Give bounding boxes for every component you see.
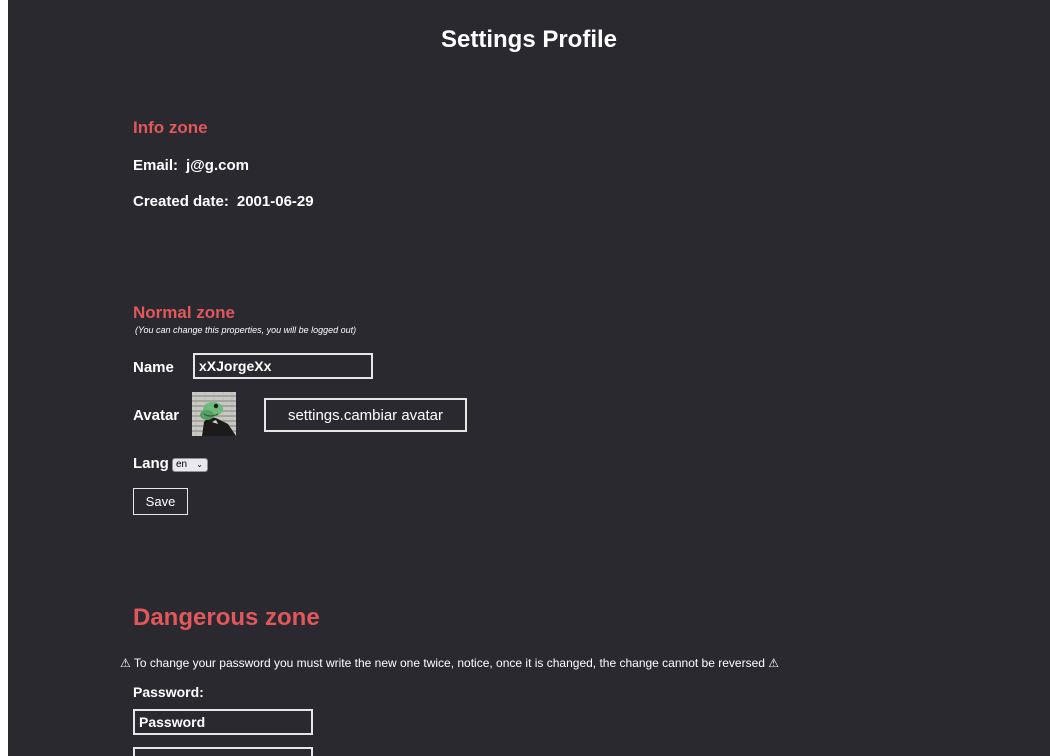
avatar-label: Avatar	[133, 407, 180, 424]
created-date-value: 2001-06-29	[236, 193, 314, 210]
normal-zone-title: Normal zone	[133, 303, 236, 322]
normal-zone-note: (You can change this properties, you wil…	[135, 325, 357, 335]
chevron-down-icon: ⌄	[196, 460, 203, 469]
email-row: Email: j@g.com	[133, 157, 249, 174]
name-label: Name	[133, 359, 174, 376]
name-input[interactable]	[193, 353, 373, 379]
page-title: Settings Profile	[440, 26, 618, 53]
lang-select[interactable]: en ⌄	[172, 458, 208, 472]
password-warning: ⚠ To change your password you must write…	[120, 656, 780, 670]
password-label: Password:	[133, 684, 204, 700]
lang-label: Lang	[133, 455, 169, 472]
email-value: j@g.com	[186, 157, 249, 174]
password-confirm-input[interactable]	[133, 747, 313, 756]
password-input[interactable]	[133, 709, 313, 735]
lang-selected-value: en	[176, 459, 188, 470]
avatar-image	[192, 392, 236, 436]
avatar	[192, 392, 236, 436]
created-date-row: Created date: 2001-06-29	[133, 193, 314, 210]
settings-panel: Settings Profile Info zone Email: j@g.com…	[8, 0, 1050, 756]
email-label: Email:	[133, 157, 179, 174]
dangerous-zone-title: Dangerous zone	[133, 604, 320, 631]
change-avatar-button[interactable]: settings.cambiar avatar	[264, 398, 467, 432]
created-date-label: Created date:	[133, 193, 229, 210]
info-zone-title: Info zone	[133, 118, 208, 137]
save-button[interactable]: Save	[133, 488, 188, 515]
